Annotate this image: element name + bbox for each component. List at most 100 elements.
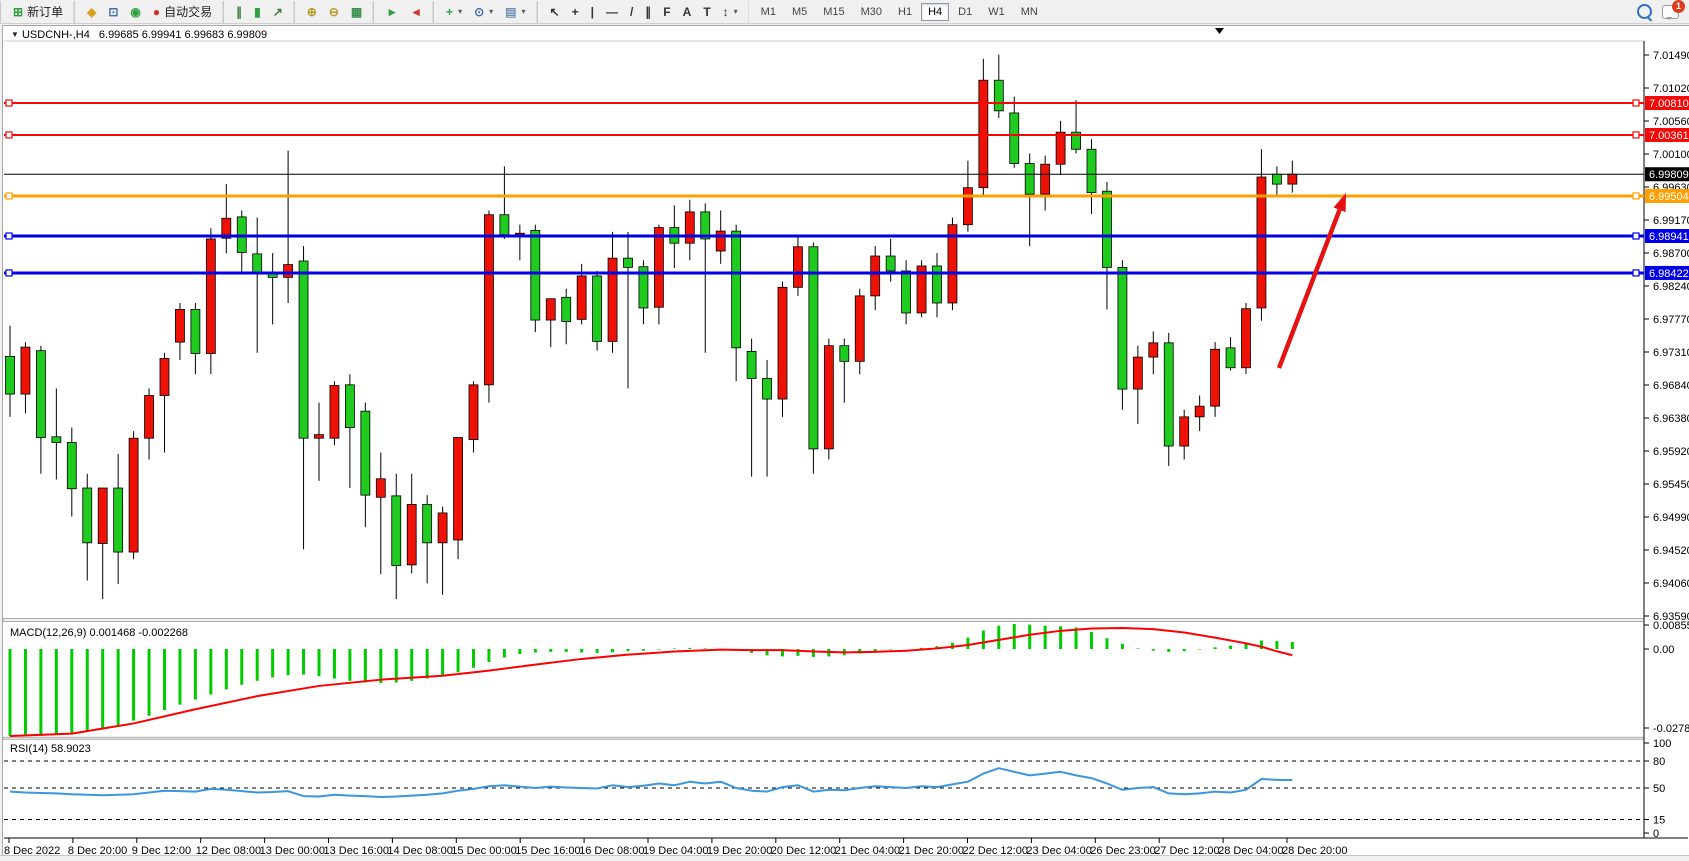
candle-body <box>546 299 555 320</box>
line-chart-button[interactable]: ↗ <box>268 4 288 20</box>
signals-button[interactable]: ◉ <box>125 4 145 20</box>
support-line-2-price-tag-label: 6.98422 <box>1649 268 1689 280</box>
timeframe-d1[interactable]: D1 <box>951 3 979 21</box>
panel-splitter[interactable] <box>3 619 1644 622</box>
chart-shift-marker-icon[interactable] <box>1215 28 1224 34</box>
cursor-button[interactable]: ↖ <box>545 4 565 20</box>
timeframe-mn[interactable]: MN <box>1014 3 1045 21</box>
candlestick-chart-button[interactable]: ▮ <box>249 4 266 20</box>
auto-scroll-button[interactable]: ► <box>381 4 403 20</box>
candle-body <box>469 385 478 440</box>
trendline-button[interactable]: / <box>625 4 638 20</box>
horizontal-line-button[interactable]: — <box>601 4 623 20</box>
toolbar-group: ►◄ <box>372 1 432 23</box>
candle-body <box>361 411 370 495</box>
price-axis-label: 6.99170 <box>1653 215 1689 227</box>
chat-icon[interactable]: 1 <box>1662 5 1679 19</box>
auto-trading-button[interactable]: ● 自动交易 <box>148 1 217 22</box>
tile-windows-button[interactable]: ▦ <box>346 4 367 20</box>
periods-button[interactable]: ⊙▾ <box>469 4 498 20</box>
bar-chart-button[interactable]: ∥ <box>231 4 247 20</box>
chart-window: 7.014907.010207.005607.001006.996306.991… <box>2 25 1689 857</box>
orange-level-line-handle[interactable] <box>1633 193 1639 199</box>
trend-arrow-annotation[interactable] <box>1279 193 1346 368</box>
rsi-axis-label: 0 <box>1653 828 1659 840</box>
orange-level-line-handle[interactable] <box>6 193 12 199</box>
toolbar-group: ◆⊡◉ ● 自动交易 <box>73 1 222 23</box>
timeframe-m15[interactable]: M15 <box>816 3 851 21</box>
price-axis-label: 6.94060 <box>1653 578 1689 590</box>
auto-trading-icon: ● <box>153 6 160 18</box>
market-watch-button[interactable]: ⊡ <box>103 4 123 20</box>
timeframe-m30[interactable]: M30 <box>854 3 889 21</box>
macd-indicator-label: MACD(12,26,9) 0.001468 -0.002268 <box>10 627 188 639</box>
arrows-button[interactable]: ↕▾ <box>718 4 743 20</box>
rsi-line <box>10 768 1292 797</box>
orange-level-line-price-tag-label: 6.99504 <box>1649 191 1689 203</box>
auto-scroll-icon: ► <box>386 6 398 18</box>
indicators-button[interactable]: +▾ <box>441 4 467 20</box>
candle-body <box>654 228 663 308</box>
candle-body <box>577 276 586 319</box>
price-axis-label: 6.98700 <box>1653 248 1689 260</box>
horizontal-line-icon: — <box>606 6 618 18</box>
candle-body <box>83 488 92 543</box>
candle-body <box>376 479 385 498</box>
status-bar <box>0 855 1689 861</box>
resistance-line-1-handle[interactable] <box>6 100 12 106</box>
rsi-axis-label: 15 <box>1653 815 1665 827</box>
macd-axis-label: 0.008554 <box>1653 620 1689 632</box>
support-line-2-handle[interactable] <box>1633 270 1639 276</box>
price-axis-label: 6.98240 <box>1653 281 1689 293</box>
macd-signal-line <box>10 628 1292 736</box>
support-line-1-handle[interactable] <box>6 233 12 239</box>
support-line-1-handle[interactable] <box>1633 233 1639 239</box>
vertical-line-icon: | <box>591 6 594 18</box>
zoom-in-button[interactable]: ⊕ <box>302 4 322 20</box>
candle-body <box>1133 357 1142 389</box>
candle-body <box>253 254 262 274</box>
rsi-axis-label: 50 <box>1653 783 1665 795</box>
line-chart-icon: ↗ <box>273 6 283 18</box>
resistance-line-2-handle[interactable] <box>6 132 12 138</box>
candle-body <box>206 239 215 354</box>
toolbar-group: ∥▮ ↗ <box>222 1 293 23</box>
timeframe-m1[interactable]: M1 <box>754 3 783 21</box>
timeframe-h1[interactable]: H1 <box>891 3 919 21</box>
candle-body <box>1164 343 1173 446</box>
new-order-button[interactable]: ⊞新订单 <box>8 1 68 22</box>
fibonacci-button[interactable]: F <box>658 4 675 20</box>
text-label-button[interactable]: T <box>698 4 715 20</box>
resistance-line-1-handle[interactable] <box>1633 100 1639 106</box>
profile-button[interactable]: ◆ <box>82 4 101 20</box>
price-axis-label: 6.97310 <box>1653 347 1689 359</box>
candle-body <box>994 80 1003 111</box>
auto-trading-button-label: 自动交易 <box>164 3 212 20</box>
timeframe-m5[interactable]: M5 <box>785 3 814 21</box>
candle-body <box>145 396 154 439</box>
candle-body <box>1211 349 1220 406</box>
support-line-2-handle[interactable] <box>6 270 12 276</box>
timeframe-toolbar: M1M5M15M30H1H4D1W1MN <box>748 1 1050 23</box>
zoom-out-button[interactable]: ⊖ <box>324 4 344 20</box>
timeframe-w1[interactable]: W1 <box>981 3 1012 21</box>
candle-body <box>1041 164 1050 194</box>
templates-button[interactable]: ▤▾ <box>500 4 530 20</box>
candle-body <box>1226 348 1235 368</box>
text-button[interactable]: A <box>678 4 697 20</box>
resistance-line-2-handle[interactable] <box>1633 132 1639 138</box>
crosshair-button[interactable]: + <box>567 4 584 20</box>
chart-svg: 7.014907.010207.005607.001006.996306.991… <box>3 26 1689 856</box>
candle-body <box>515 233 524 234</box>
panel-splitter[interactable] <box>3 737 1644 739</box>
channel-button[interactable]: ∥ <box>640 4 656 20</box>
candle-body <box>315 435 324 439</box>
candle-body <box>1288 174 1297 184</box>
candle-body <box>6 356 15 394</box>
search-icon[interactable] <box>1637 4 1652 19</box>
collapse-triangle-icon[interactable]: ▼ <box>11 30 19 39</box>
vertical-line-button[interactable]: | <box>586 4 599 20</box>
candle-body <box>98 488 107 544</box>
chart-shift-button[interactable]: ◄ <box>405 4 427 20</box>
timeframe-h4[interactable]: H4 <box>921 3 949 21</box>
